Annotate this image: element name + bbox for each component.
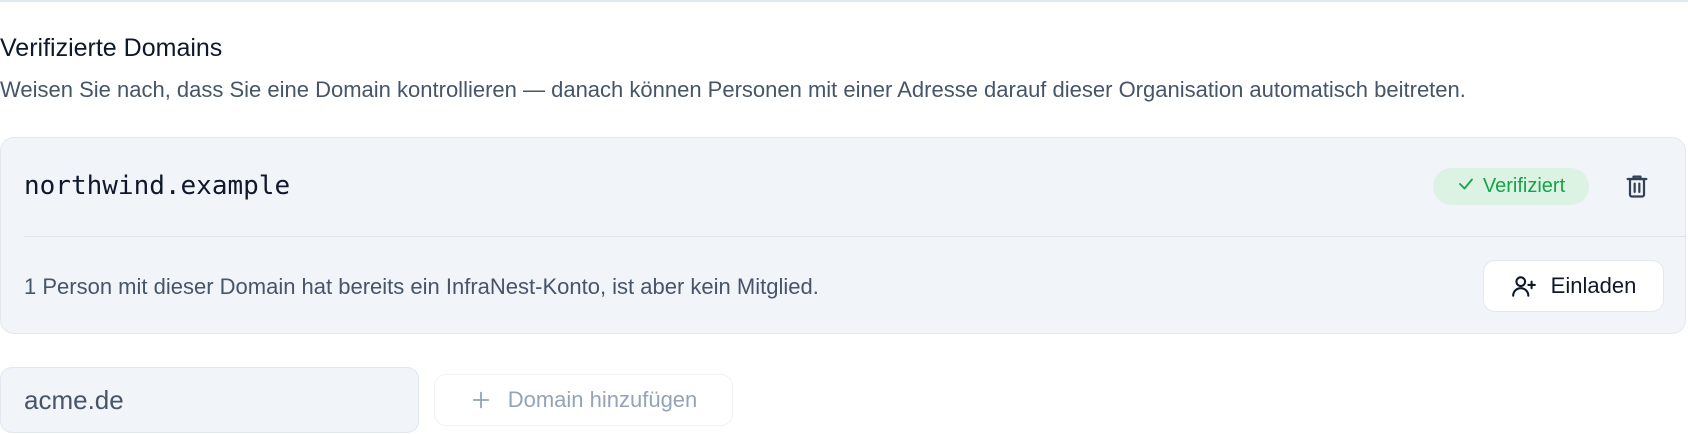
domain-name: northwind.example — [24, 171, 291, 201]
invite-button[interactable]: Einladen — [1483, 260, 1664, 312]
status-badge: Verifiziert — [1433, 168, 1589, 205]
invite-button-label: Einladen — [1550, 273, 1637, 298]
user-plus-icon — [1511, 273, 1537, 299]
domain-card: northwind.example Verifiziert 1 Person m… — [0, 137, 1686, 334]
member-note: 1 Person mit dieser Domain hat bereits e… — [24, 274, 819, 299]
section-description: Weisen Sie nach, dass Sie eine Domain ko… — [0, 77, 1466, 102]
status-badge-label: Verifiziert — [1482, 175, 1566, 197]
trash-icon — [1623, 172, 1651, 200]
card-divider — [24, 236, 1685, 237]
check-icon — [1457, 175, 1475, 199]
domain-input[interactable] — [0, 367, 419, 433]
add-domain-button[interactable]: Domain hinzufügen — [434, 374, 733, 426]
add-domain-button-label: Domain hinzufügen — [507, 387, 698, 412]
delete-domain-button[interactable] — [1619, 168, 1655, 204]
section-title: Verifizierte Domains — [0, 34, 223, 62]
top-divider — [0, 0, 1688, 2]
plus-icon — [470, 389, 492, 411]
